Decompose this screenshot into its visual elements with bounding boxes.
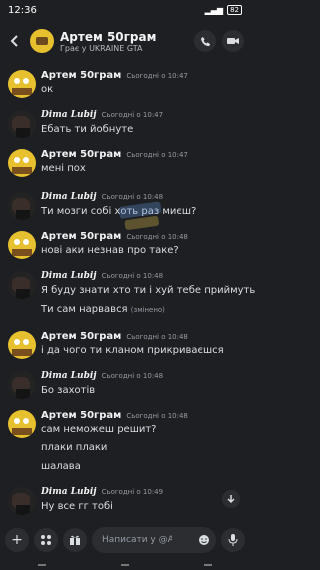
status-time: 12:36 [8,4,37,16]
back-button[interactable] [6,32,24,50]
message-timestamp: Сьогодні о 10:48 [101,272,164,280]
message-author[interactable]: Dima Lubij [41,192,97,202]
message-text: шалава [41,461,81,472]
arrow-down-icon [227,495,235,504]
message-author[interactable]: Dima Lubij [41,487,97,497]
message-text: Я буду знати хто ти і хуй тебе приймуть [41,285,256,296]
video-camera-icon [227,38,239,44]
message-author[interactable]: Dima Lubij [41,110,97,120]
dark-avatar[interactable] [8,487,36,515]
nav-menu-icon[interactable] [37,564,46,566]
message-author[interactable]: Артем 50грам [41,410,121,421]
message-text: сам неможеш решит? [41,424,157,435]
message-author[interactable]: Артем 50грам [41,149,121,160]
emoji-icon[interactable] [198,534,210,546]
dm-activity: Грає у UKRAINE GTA [60,43,143,53]
message-timestamp: Сьогодні о 10:47 [101,111,164,119]
gift-icon [70,535,80,545]
message-author[interactable]: Dima Lubij [41,371,97,381]
dark-avatar[interactable] [8,110,36,138]
video-call-button[interactable] [222,30,244,52]
dark-avatar[interactable] [8,192,36,220]
message-timestamp: Сьогодні о 10:48 [126,333,188,341]
message-timestamp: Сьогодні о 10:49 [101,488,164,496]
message-text: мені пох [41,163,86,174]
watermark-logo-icon [118,201,162,230]
message-timestamp: Сьогодні о 10:48 [101,372,164,380]
message-author[interactable]: Артем 50грам [41,231,121,242]
apps-button[interactable] [34,528,58,552]
spongebob-avatar[interactable] [8,149,36,177]
message-timestamp: Сьогодні о 10:47 [126,72,188,80]
nav-back-icon[interactable] [204,564,213,566]
dark-avatar[interactable] [8,371,36,399]
status-icons: ▂▄▆ 82 [205,5,242,15]
header-title-block[interactable]: Артем 50грам Грає у UKRAINE GTA [60,30,188,53]
message-list[interactable]: Артем 50грам Сьогодні о 10:47 ок Dima Lub… [0,60,255,520]
message-text: нові аки незнав про таке? [41,245,179,256]
phone-icon [200,36,210,46]
signal-icon: ▂▄▆ [204,5,224,15]
battery-icon: 82 [227,5,242,15]
message-author[interactable]: Артем 50грам [41,331,121,342]
system-nav-bar [0,560,250,570]
message-composer: + [0,522,250,558]
edited-label: (змінено) [130,306,165,314]
scroll-to-bottom-button[interactable] [222,490,240,508]
message-text: Ти сам нарвався (змінено) [41,304,165,315]
gift-button[interactable] [63,528,87,552]
voice-message-button[interactable] [221,528,245,552]
message-text: і да чого ти кланом прикриваєшся [41,345,224,356]
spongebob-avatar[interactable] [8,70,36,98]
message-timestamp: Сьогодні о 10:48 [126,412,188,420]
spongebob-avatar[interactable] [8,331,36,359]
status-bar: 12:36 ▂▄▆ 82 [0,0,250,20]
add-attachment-button[interactable]: + [5,528,29,552]
message-text: ок [41,84,54,95]
ukraine-gta-watermark [116,197,166,237]
nav-home-icon[interactable] [120,564,129,566]
arrow-left-icon [10,35,18,47]
message-author[interactable]: Dima Lubij [41,271,97,281]
spongebob-avatar[interactable] [8,410,36,438]
message-text: плаки плаки [41,442,108,453]
message-text: Ебать ти йобнуте [41,124,134,135]
call-button[interactable] [194,30,216,52]
message-author[interactable]: Артем 50грам [41,70,121,81]
message-input-box[interactable] [92,527,216,553]
plus-icon: + [11,532,23,548]
dm-title: Артем 50грам [60,29,157,44]
message-text: Ну все гг тобі [41,501,113,512]
spongebob-avatar[interactable] [8,231,36,259]
dm-header: Артем 50грам Грає у UKRAINE GTA [0,22,250,60]
message-input[interactable] [100,534,174,546]
message-timestamp: Сьогодні о 10:47 [126,151,188,159]
dark-avatar[interactable] [8,271,36,299]
microphone-icon [228,534,238,546]
message-text: Бо захотів [41,385,96,396]
apps-icon [41,535,51,545]
message-text-line: Ти сам нарвався [41,304,128,315]
header-avatar[interactable] [30,29,54,53]
